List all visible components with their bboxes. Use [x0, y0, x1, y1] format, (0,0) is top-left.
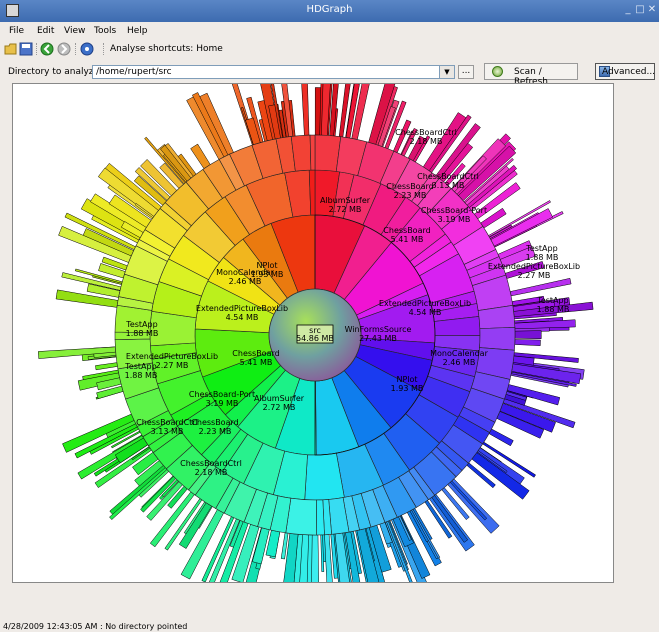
segment-size-label: 1.93 MB [251, 270, 284, 279]
folder-arc [316, 499, 325, 536]
subdir-spike [190, 143, 211, 170]
segment-size-label: 2.72 MB [263, 403, 296, 412]
window-title: HDGraph [306, 4, 353, 15]
maximize-button[interactable]: □ [634, 4, 646, 16]
browse-button[interactable]: ... [458, 65, 474, 79]
back-icon[interactable] [40, 42, 54, 56]
close-button[interactable]: ✕ [646, 4, 658, 16]
segment-size-label: 3.19 MB [438, 215, 471, 224]
toolbar-separator [36, 43, 38, 55]
segment-name-label: TestApp [125, 320, 157, 329]
segment-name-label: ChessBoard [383, 226, 430, 235]
segment-size-label: 2.18 MB [195, 468, 228, 477]
segment-size-label: 2.72 MB [329, 205, 362, 214]
directory-row: Directory to analyze : ▼ ... Scan / Refr… [0, 60, 659, 87]
segment-size-label: 2.27 MB [518, 271, 551, 280]
disk-usage-chart[interactable]: src 54.86 MB WinFormsSource 27.43 MB Extende… [12, 83, 614, 583]
segment-name-label: ChessBoard [191, 418, 238, 427]
segment-size-label: 1.88 MB [526, 253, 559, 262]
segment-name-label: TestApp [525, 244, 557, 253]
menu-help[interactable]: Help [127, 26, 148, 36]
menu-edit[interactable]: Edit [37, 26, 54, 36]
forward-icon[interactable] [57, 42, 71, 56]
segment-size-label: 1.88 MB [537, 305, 570, 314]
segment-size-label: 1.93 MB [391, 384, 424, 393]
menu-tools[interactable]: Tools [94, 26, 116, 36]
segment-size-label: 27.43 MB [359, 334, 397, 343]
menu-file[interactable]: File [9, 26, 24, 36]
folder-arc [309, 134, 316, 171]
segment-size-label: 1.88 MB [125, 371, 158, 380]
segment-name-label: NPlot [396, 375, 417, 384]
scan-refresh-button[interactable]: Scan / Refresh [484, 63, 578, 87]
toolbar-separator [103, 43, 105, 55]
segment-name-label: ChessBoardCtrl [136, 418, 198, 427]
subdir-spike [449, 480, 488, 521]
help-icon[interactable] [80, 42, 94, 56]
subdir-spike [301, 84, 310, 136]
subdir-spike [95, 362, 118, 371]
sunburst-svg[interactable]: src54.86 MBWinFormsSource27.43 MBExtende… [13, 84, 614, 583]
save-icon[interactable] [19, 42, 33, 56]
segment-name-label: WinFormsSource [345, 325, 412, 334]
folder-arc [285, 497, 317, 536]
segment-name-label: ChessBoardCtrl [395, 128, 457, 137]
segment-size-label: 3.19 MB [206, 399, 239, 408]
menu-view[interactable]: View [64, 26, 85, 36]
open-folder-icon[interactable] [4, 42, 18, 56]
advanced-label: Advanced... [602, 67, 656, 77]
toolbar-separator [75, 43, 77, 55]
analyse-shortcuts-label: Analyse shortcuts: Home [110, 44, 223, 54]
segment-name-label: ExtendedPictureBoxLib [126, 352, 218, 361]
segment-size-label: 4.54 MB [409, 308, 442, 317]
segment-name-label: ChessBoard [232, 349, 279, 358]
segment-name-label: ChessBoardCtrl [180, 459, 242, 468]
segment-name-label: ChessBoardCtrl [417, 172, 479, 181]
segment-size-label: 5.41 MB [391, 235, 424, 244]
segment-size-label: 2.23 MB [199, 427, 232, 436]
segment-name-label: ExtendedPictureBoxLib [488, 262, 580, 271]
directory-dropdown-button[interactable]: ▼ [439, 65, 455, 79]
segment-name-label: NPlot [256, 261, 277, 270]
subdir-spike [514, 339, 541, 346]
folder-arc [479, 326, 516, 351]
segment-name-label: AlbumSurfer [320, 196, 371, 205]
segment-size-label: 2.18 MB [410, 137, 443, 146]
analyse-shortcuts-text: Analyse shortcuts: [110, 44, 194, 54]
segment-size-label: 2.27 MB [156, 361, 189, 370]
refresh-icon [492, 66, 503, 77]
segment-name-label: MonoCalendar [430, 349, 488, 358]
advanced-button[interactable]: Advanced... [595, 63, 655, 80]
menu-bar: File Edit View Tools Help [0, 22, 659, 40]
segment-size-label: 2.23 MB [394, 191, 427, 200]
segment-size-label: 4.54 MB [226, 313, 259, 322]
root-size-label: 54.86 MB [296, 334, 334, 343]
segment-name-label: ChessBoard [386, 182, 433, 191]
home-shortcut-link[interactable]: Home [196, 44, 223, 54]
segment-name-label: AlbumSurfer [254, 394, 305, 403]
segment-name-label: ExtendedPictureBoxLib [196, 304, 288, 313]
segment-name-label: ExtendedPictureBoxLib [379, 299, 471, 308]
segment-name-label: TestApp [124, 362, 156, 371]
segment-size-label: 3.13 MB [432, 181, 465, 190]
segment-size-label: 5.41 MB [240, 358, 273, 367]
directory-label: Directory to analyze : [8, 67, 105, 77]
segment-name-label: TestApp [536, 296, 568, 305]
subdir-spike [509, 277, 572, 297]
toolbar: Analyse shortcuts: Home [0, 40, 659, 58]
title-bar: HDGraph _ □ ✕ [0, 0, 659, 22]
segment-size-label: 3.13 MB [151, 427, 184, 436]
segment-size-label: 2.46 MB [443, 358, 476, 367]
segment-name-label: ChessBoard-Port [421, 206, 487, 215]
directory-input[interactable] [92, 65, 455, 79]
segment-name-label: ChessBoard-Port [189, 390, 255, 399]
minimize-button[interactable]: _ [622, 4, 634, 16]
segment-size-label: 1.88 MB [126, 329, 159, 338]
subdir-spike [488, 428, 514, 447]
subdir-spike [514, 330, 542, 340]
status-bar: 4/28/2009 12:43:05 AM : No directory poi… [3, 622, 188, 631]
